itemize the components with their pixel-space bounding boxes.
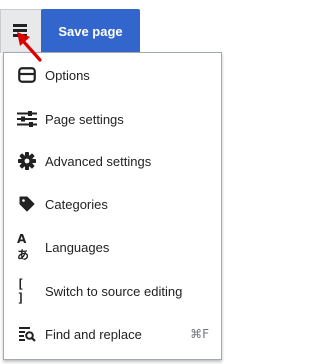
save-page-button[interactable]: Save page: [41, 9, 140, 53]
language-icon: Aあ: [17, 231, 29, 262]
menu-item-label: Advanced settings: [45, 153, 152, 169]
menu-item-label: Categories: [45, 196, 108, 212]
tools-dropdown-menu: Options Page settings Advanced settings …: [3, 52, 222, 360]
menu-item-label: Page settings: [45, 111, 124, 127]
sliders-icon: [17, 109, 37, 129]
brackets-icon: [ ]: [17, 277, 25, 305]
menu-item-advanced-settings[interactable]: Advanced settings: [4, 141, 221, 181]
menu-item-label: Switch to source editing: [45, 283, 183, 299]
menu-item-languages[interactable]: Aあ Languages: [4, 227, 221, 267]
find-replace-icon: [17, 324, 37, 344]
options-window-icon: [17, 65, 37, 85]
menu-item-label: Options: [45, 67, 90, 83]
red-arrow-icon: [17, 32, 42, 62]
menu-item-categories[interactable]: Categories: [4, 184, 221, 224]
menu-item-page-settings[interactable]: Page settings: [4, 99, 221, 139]
keyboard-shortcut: ⌘F: [190, 327, 209, 341]
menu-item-label: Find and replace: [45, 326, 142, 342]
menu-item-find-and-replace[interactable]: Find and replace ⌘F: [4, 314, 221, 354]
tag-icon: [17, 194, 37, 214]
gear-icon: [17, 151, 37, 171]
menu-item-label: Languages: [45, 239, 110, 255]
menu-item-switch-to-source[interactable]: [ ] Switch to source editing: [4, 271, 221, 311]
